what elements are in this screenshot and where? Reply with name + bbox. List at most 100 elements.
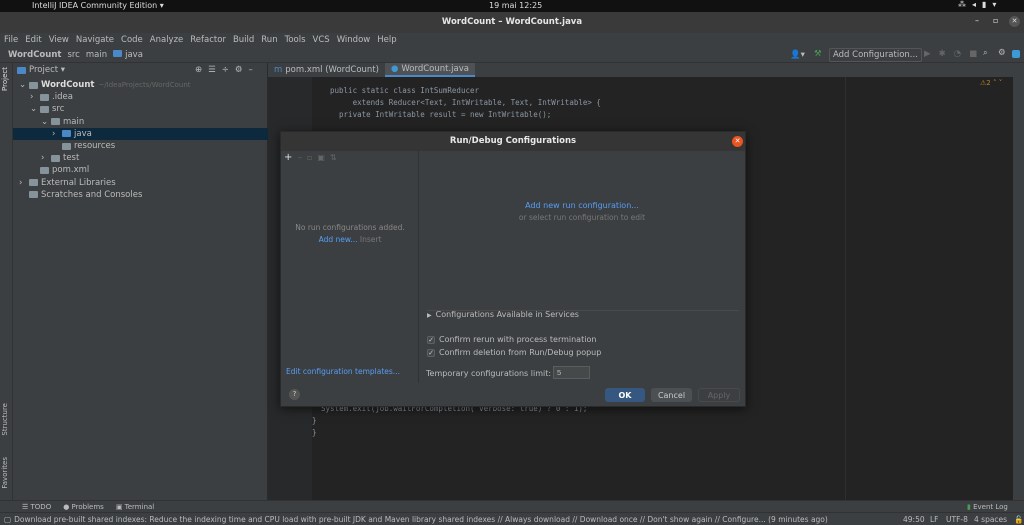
notification-icon: ▢ [4,514,12,524]
apply-button[interactable]: Apply [698,388,740,402]
expand-arrow-icon[interactable]: › [19,178,29,188]
add-configuration-plus-icon[interactable]: + [284,152,292,163]
tree-item-path: ~/IdeaProjects/WordCount [98,81,191,89]
folder-icon [51,154,60,162]
dialog-close-button[interactable]: ✕ [732,136,743,147]
breadcrumb-src[interactable]: src [67,50,79,60]
menu-build[interactable]: Build [233,35,254,45]
search-icon[interactable]: ⌕ [983,48,988,58]
user-icon[interactable]: 👤▾ [790,50,805,60]
terminal-tool-tab[interactable]: ▣ Terminal [116,503,154,511]
add-configuration-button[interactable]: Add Configuration... [829,48,922,62]
tree-item[interactable]: pom.xml [13,164,268,176]
breadcrumb-java-label: java [125,49,143,60]
tree-item-label: pom.xml [52,165,90,176]
gear-icon[interactable]: ⚙ [998,48,1006,58]
status-message[interactable]: Download pre-built shared indexes: Reduc… [14,515,828,524]
breadcrumb-project[interactable]: WordCount [8,50,61,60]
checkbox-label: Confirm rerun with process termination [439,335,597,344]
tab-pom-xml[interactable]: m pom.xml (WordCount) [268,63,385,77]
folder-icon [29,81,38,89]
tree-item[interactable]: › java [13,127,268,140]
editor-tabs: m pom.xml (WordCount) ● WordCount.java ⚠2 … [268,63,1024,87]
ide-logo-icon[interactable] [1012,50,1020,58]
project-view-selector[interactable]: Project ▾ [29,65,65,75]
favorites-tool-tab[interactable]: Favorites [1,457,9,489]
line-separator[interactable]: LF [930,515,939,524]
expand-arrow-icon[interactable]: › [30,92,40,102]
breadcrumb-java[interactable]: java [113,49,143,60]
lock-icon[interactable]: 🔓 [1014,515,1023,524]
expand-arrow-icon[interactable]: ⌄ [30,104,40,114]
menu-edit[interactable]: Edit [25,35,41,45]
expand-arrow-icon[interactable]: ⌄ [41,117,51,127]
folder-icon [51,118,60,126]
structure-tool-tab[interactable]: Structure [1,403,9,436]
confirm-rerun-checkbox[interactable]: ✓ Confirm rerun with process termination [427,335,596,344]
minimize-button[interactable]: – [975,16,979,25]
project-icon [17,66,26,74]
system-tray-icons[interactable]: ⁂◂▮▾ [958,0,1002,9]
event-log-icon: ▮ [967,502,971,511]
menu-code[interactable]: Code [121,35,143,45]
tree-item[interactable]: › .idea [13,91,268,103]
tree-item[interactable]: Scratches and Consoles [13,189,268,201]
folder-icon [62,142,71,150]
folder-icon [29,179,38,187]
dialog-title: Run/Debug Configurations [281,132,745,151]
add-new-run-configuration-link[interactable]: Add new run configuration... [419,201,745,210]
tree-item[interactable]: › test [13,152,268,164]
tree-item[interactable]: ⌄ main [13,116,268,128]
event-log-label: Event Log [973,502,1008,511]
indent-setting[interactable]: 4 spaces [974,515,1007,524]
terminal-label: Terminal [124,502,155,511]
cancel-button[interactable]: Cancel [651,388,692,402]
menu-analyze[interactable]: Analyze [150,35,184,45]
tree-item[interactable]: resources [13,140,268,152]
window-title-bar: WordCount – WordCount.java – ▫ ✕ [0,12,1024,33]
maximize-button[interactable]: ▫ [993,16,998,25]
project-tool-tab[interactable]: Project [1,67,9,91]
panel-actions-icons[interactable]: ⊕☰÷⚙– [195,65,259,75]
file-encoding[interactable]: UTF-8 [946,515,968,524]
temp-limit-input[interactable] [553,366,590,379]
build-hammer-icon[interactable]: ⚒ [814,49,822,59]
help-button[interactable]: ? [289,389,300,400]
tab-wordcount-java[interactable]: ● WordCount.java [384,63,475,77]
menu-vcs[interactable]: VCS [313,35,330,45]
menu-tools[interactable]: Tools [285,35,306,45]
tree-item[interactable]: ⌄ src [13,103,268,115]
menu-help[interactable]: Help [377,35,396,45]
todo-tool-tab[interactable]: ☰ TODO [22,503,51,511]
edit-templates-link[interactable]: Edit configuration templates... [286,367,400,376]
folder-icon [29,191,38,199]
status-bar: ▢ Download pre-built shared indexes: Red… [0,512,1024,525]
run-debug-icons[interactable]: ▶✱◔■ [924,49,985,59]
expand-arrow-icon[interactable]: › [52,129,62,139]
caret-position[interactable]: 49:50 [903,515,925,524]
ok-button[interactable]: OK [605,388,645,402]
expand-arrow-icon[interactable]: › [41,153,51,163]
breadcrumb-main[interactable]: main [86,50,107,60]
checkbox-checked-icon: ✓ [427,348,435,357]
clock[interactable]: 19 mai 12:25 [489,1,542,10]
confirm-deletion-checkbox[interactable]: ✓ Confirm deletion from Run/Debug popup [427,348,601,357]
close-window-button[interactable]: ✕ [1009,16,1020,27]
temp-limit-label: Temporary configurations limit: [426,369,552,378]
menu-window[interactable]: Window [337,35,371,45]
menu-refactor[interactable]: Refactor [190,35,226,45]
menu-navigate[interactable]: Navigate [76,35,114,45]
menu-view[interactable]: View [49,35,69,45]
menu-file[interactable]: File [4,35,18,45]
services-section-toggle[interactable]: ▶ Configurations Available in Services [427,310,579,319]
app-menu[interactable]: IntelliJ IDEA Community Edition ▾ [32,1,164,10]
tree-item[interactable]: ⌄ WordCount ~/IdeaProjects/WordCount [13,79,268,91]
expand-arrow-icon[interactable]: ⌄ [19,80,29,90]
event-log-tool-tab[interactable]: ▮ Event Log [967,503,1008,511]
add-new-link[interactable]: Add new... [319,235,358,244]
tree-item-label: WordCount [41,80,95,90]
problems-tool-tab[interactable]: ● Problems [63,503,104,511]
tree-item[interactable]: › External Libraries [13,177,268,189]
menu-run[interactable]: Run [261,35,277,45]
project-panel-header: Project ▾ ⊕☰÷⚙– [13,63,268,77]
